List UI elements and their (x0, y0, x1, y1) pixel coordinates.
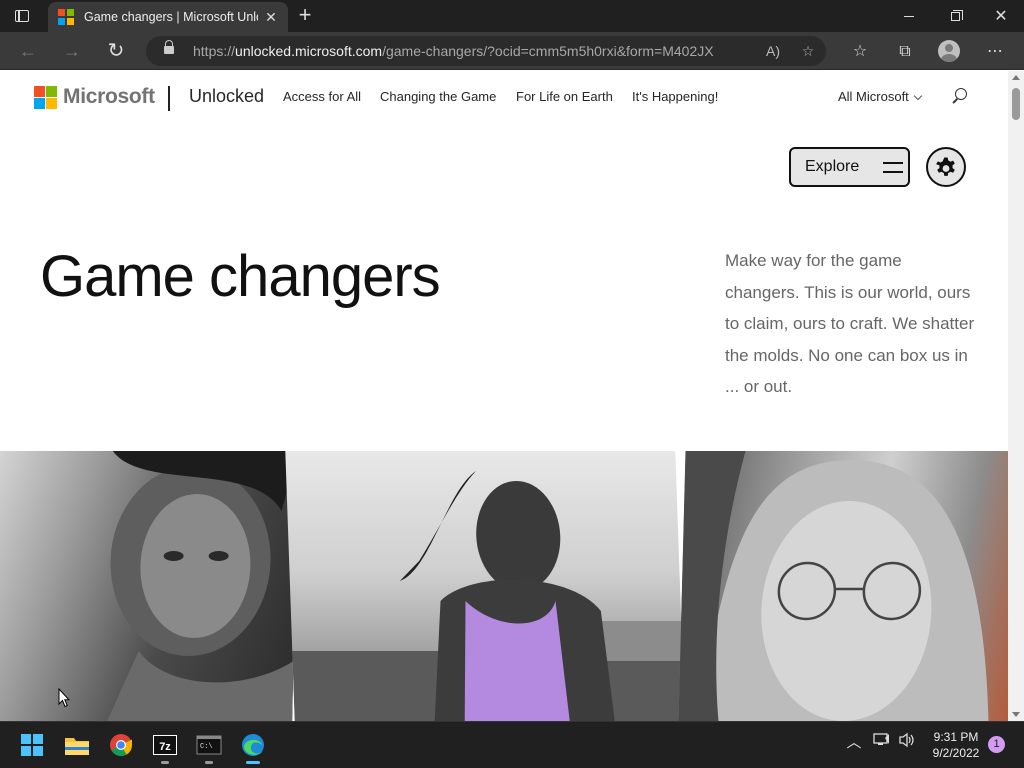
start-button-windows-icon[interactable] (17, 730, 47, 760)
read-aloud-icon[interactable]: A) (763, 42, 783, 60)
forward-button[interactable]: → (57, 37, 87, 65)
hero-photo-strip (0, 451, 1008, 721)
volume-icon[interactable] (897, 732, 917, 754)
tab-actions-icon[interactable] (6, 4, 38, 28)
settings-button[interactable] (926, 147, 966, 187)
svg-text:C:\: C:\ (200, 743, 213, 751)
nav-changing-the-game[interactable]: Changing the Game (380, 89, 496, 104)
windows-taskbar: 7z C:\ ︿ 9:31 PM 9/2/2022 1 (0, 721, 1024, 768)
chevron-down-icon (913, 91, 923, 101)
restore-button[interactable] (932, 0, 978, 32)
nav-for-life-on-earth[interactable]: For Life on Earth (516, 89, 613, 104)
all-microsoft-menu[interactable]: All Microsoft (838, 89, 923, 104)
search-icon[interactable] (951, 88, 969, 106)
athlete-photo (0, 451, 298, 721)
microsoft-logo[interactable]: Microsoft (34, 85, 155, 109)
page-scrollbar[interactable] (1008, 71, 1024, 721)
running-indicator (161, 761, 169, 764)
tennis-player-photo (285, 451, 685, 721)
chrome-icon[interactable] (106, 730, 136, 760)
7zip-icon[interactable]: 7z (150, 730, 180, 764)
svg-text:7z: 7z (159, 741, 171, 753)
scroll-up-arrow-icon[interactable] (1012, 75, 1020, 80)
minimize-button[interactable] (886, 0, 932, 32)
profile-avatar[interactable] (938, 40, 960, 62)
browser-tab-bar: Game changers | Microsoft Unlocked ✕ + ✕ (0, 0, 1024, 32)
system-clock[interactable]: 9:31 PM 9/2/2022 (928, 729, 984, 761)
tab-title: Game changers | Microsoft Unlocked (84, 10, 258, 24)
nav-its-happening[interactable]: It's Happening! (632, 89, 718, 104)
terminal-icon[interactable]: C:\ (194, 730, 224, 764)
active-indicator (246, 761, 260, 764)
browser-tab-active[interactable]: Game changers | Microsoft Unlocked ✕ (48, 2, 288, 32)
back-button[interactable]: ← (13, 37, 43, 65)
edge-icon[interactable] (238, 730, 268, 764)
hamburger-menu-icon (883, 160, 904, 174)
web-page: Microsoft Unlocked Access for All Changi… (0, 71, 1008, 721)
woman-with-glasses-photo (678, 451, 1008, 721)
scrollbar-thumb[interactable] (1012, 88, 1020, 120)
hero-description: Make way for the game changers. This is … (725, 251, 975, 396)
favorites-icon[interactable]: ☆ (849, 41, 871, 63)
reload-button[interactable]: ↻ (101, 37, 131, 65)
page-title: Game changers (40, 244, 441, 309)
browser-toolbar: ← → ↻ https://unlocked.microsoft.com/gam… (0, 32, 1024, 70)
network-icon[interactable] (872, 732, 892, 754)
explore-label: Explore (805, 158, 860, 175)
site-name-link[interactable]: Unlocked (189, 86, 264, 107)
show-hidden-icons-chevron-up-icon[interactable]: ︿ (844, 732, 864, 754)
microsoft-favicon-icon (58, 9, 74, 25)
close-window-button[interactable]: ✕ (978, 0, 1024, 32)
microsoft-wordmark: Microsoft (63, 85, 155, 108)
file-explorer-icon[interactable] (62, 730, 92, 760)
running-indicator (205, 761, 213, 764)
clock-time: 9:31 PM (933, 730, 979, 744)
all-microsoft-label: All Microsoft (838, 89, 909, 104)
microsoft-logo-icon (34, 85, 57, 109)
url-text[interactable]: https://unlocked.microsoft.com/game-chan… (193, 43, 714, 59)
add-favorite-icon[interactable]: ☆ (798, 42, 818, 60)
scroll-down-arrow-icon[interactable] (1012, 712, 1020, 717)
address-bar[interactable]: https://unlocked.microsoft.com/game-chan… (146, 36, 826, 66)
notification-badge[interactable]: 1 (988, 736, 1005, 753)
gear-icon (936, 157, 955, 176)
lock-icon[interactable] (164, 40, 174, 56)
mouse-cursor-icon (58, 688, 70, 708)
clock-date: 9/2/2022 (932, 746, 980, 760)
more-options-icon[interactable]: ⋯ (984, 41, 1006, 63)
header-divider (168, 86, 170, 111)
tab-close-icon[interactable]: ✕ (262, 9, 280, 26)
collections-icon[interactable]: ⧉ (894, 41, 916, 63)
explore-button[interactable]: Explore (789, 147, 910, 187)
new-tab-button[interactable]: + (294, 4, 316, 28)
nav-access-for-all[interactable]: Access for All (283, 89, 361, 104)
